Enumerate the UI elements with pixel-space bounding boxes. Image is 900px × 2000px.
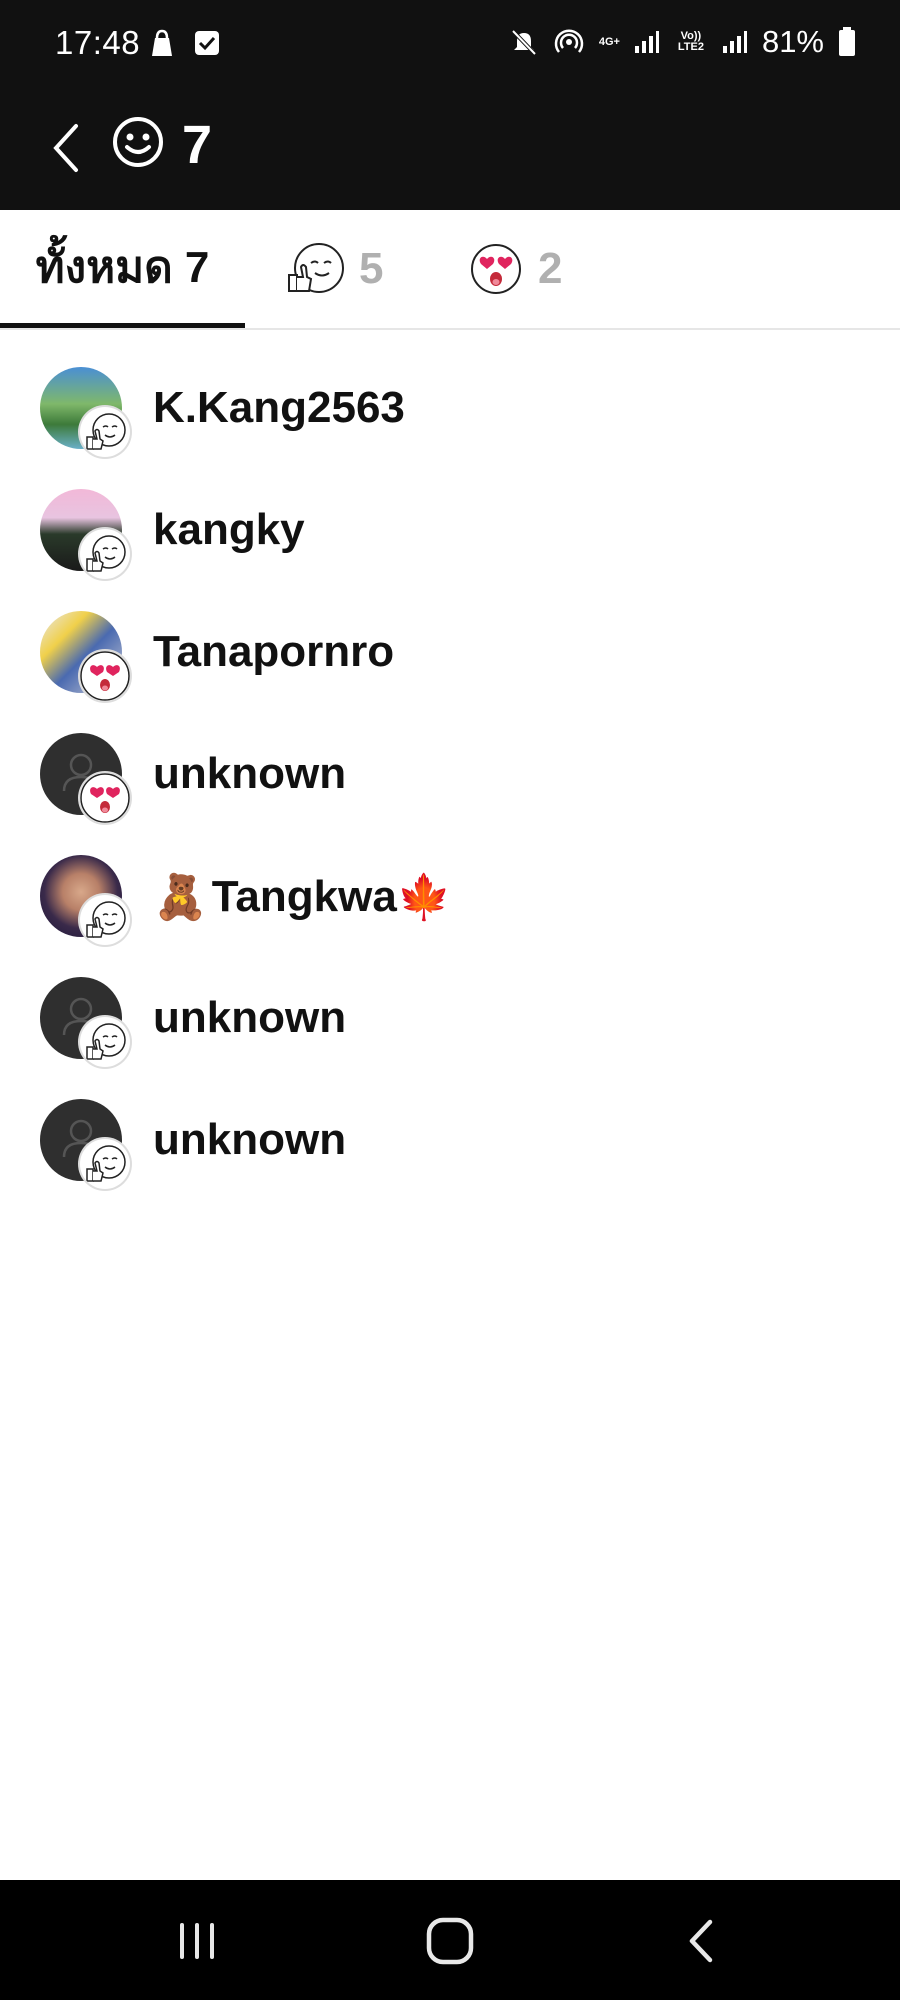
thumbs-up-badge-icon bbox=[80, 1017, 130, 1067]
heart-eyes-emoji-icon bbox=[471, 244, 521, 294]
checkbox-icon bbox=[195, 31, 219, 55]
maple-leaf-emoji: 🍁 bbox=[396, 873, 452, 922]
status-notification-icons bbox=[146, 28, 220, 58]
teddy-bear-emoji: 🧸 bbox=[153, 873, 208, 922]
user-name: K.Kang2563 bbox=[153, 383, 405, 432]
list-item[interactable]: Tanapornro bbox=[0, 589, 900, 711]
list-item[interactable]: kangky bbox=[0, 467, 900, 589]
list-item[interactable]: unknown bbox=[0, 955, 900, 1077]
reaction-user-list: K.Kang2563 kangky Tanapornro unknown 🧸 T… bbox=[0, 345, 900, 1199]
status-bar: 17:48 4G+ Vo)) LTE2 81% bbox=[0, 0, 900, 92]
notification-bag-icon bbox=[152, 29, 172, 56]
signal-icon-2 bbox=[722, 31, 747, 53]
heart-eyes-badge-icon bbox=[80, 651, 130, 701]
reaction-total-count: 7 bbox=[182, 115, 213, 175]
mute-icon bbox=[511, 29, 537, 56]
heart-eyes-badge-icon bbox=[80, 773, 130, 823]
user-name: unknown bbox=[153, 1115, 347, 1164]
thumbs-up-badge-icon bbox=[80, 895, 130, 945]
user-name: Tanapornro bbox=[153, 627, 395, 676]
tab-heart-eyes[interactable]: 2 bbox=[468, 210, 562, 328]
tab-all-label: ทั้งหมด 7 bbox=[35, 242, 210, 292]
tab-thumbs-up[interactable]: 5 bbox=[285, 210, 383, 328]
reaction-tabs: ทั้งหมด 7 5 2 bbox=[0, 210, 900, 330]
tab-heart-eyes-count: 2 bbox=[538, 244, 563, 293]
network-volte-indicator: Vo)) LTE2 bbox=[677, 30, 704, 53]
app-header: 7 bbox=[0, 92, 900, 210]
user-name: 🧸 Tangkwa 🍁 bbox=[153, 872, 452, 922]
tab-thumbs-up-count: 5 bbox=[359, 244, 384, 293]
network-4g-indicator: 4G+ bbox=[598, 35, 620, 48]
thumbs-up-badge-icon bbox=[80, 529, 130, 579]
tab-all[interactable]: ทั้งหมด 7 bbox=[0, 210, 245, 328]
recent-apps-icon[interactable] bbox=[172, 1916, 222, 1966]
status-time: 17:48 bbox=[55, 24, 141, 61]
signal-icon bbox=[634, 31, 659, 53]
list-item[interactable]: unknown bbox=[0, 1077, 900, 1199]
home-icon[interactable] bbox=[423, 1914, 477, 1968]
list-item[interactable]: 🧸 Tangkwa 🍁 bbox=[0, 833, 900, 955]
user-name: unknown bbox=[153, 749, 347, 798]
user-name: unknown bbox=[153, 993, 347, 1042]
status-right-icons: 4G+ Vo)) LTE2 81% bbox=[509, 24, 856, 60]
smile-icon bbox=[113, 117, 163, 167]
hotspot-icon bbox=[554, 29, 584, 53]
user-name: kangky bbox=[153, 505, 305, 554]
thumbs-up-emoji-icon bbox=[288, 243, 344, 293]
thumbs-up-badge-icon bbox=[80, 407, 130, 457]
back-arrow-icon[interactable] bbox=[44, 118, 94, 178]
list-item[interactable]: unknown bbox=[0, 711, 900, 833]
battery-icon bbox=[839, 27, 855, 56]
list-item[interactable]: K.Kang2563 bbox=[0, 345, 900, 467]
system-nav-bar bbox=[0, 1880, 900, 2000]
battery-percent: 81% bbox=[761, 24, 824, 59]
back-nav-icon[interactable] bbox=[678, 1914, 728, 1968]
thumbs-up-badge-icon bbox=[80, 1139, 130, 1189]
